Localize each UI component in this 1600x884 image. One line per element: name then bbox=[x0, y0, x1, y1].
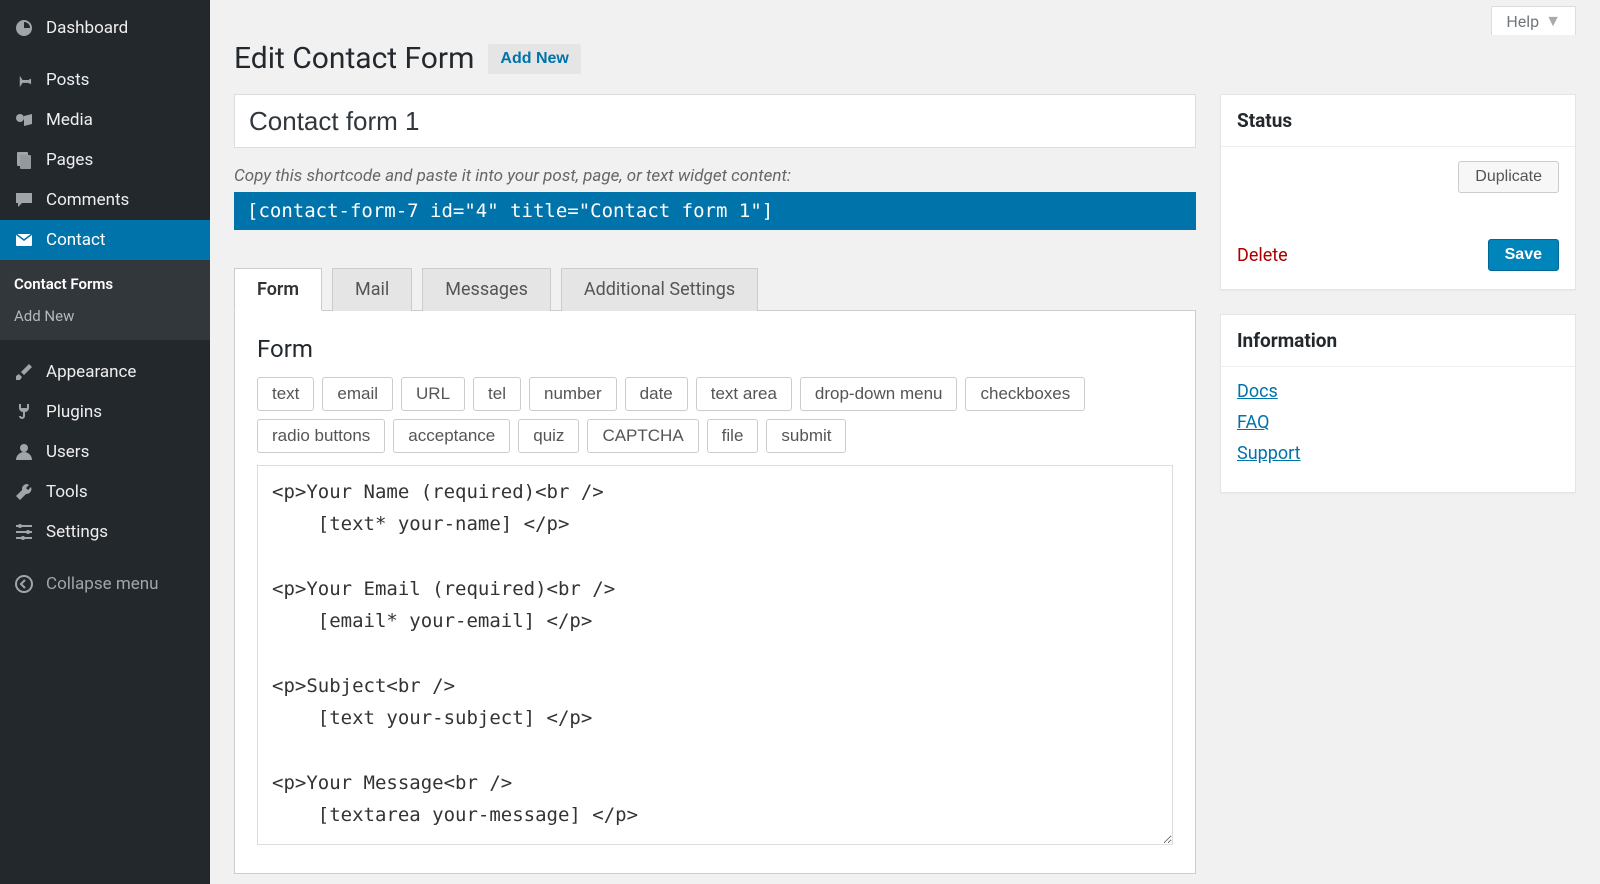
sidebar-item-posts[interactable]: Posts bbox=[0, 60, 210, 100]
tag-btn-dropdown[interactable]: drop-down menu bbox=[800, 377, 958, 411]
tag-btn-url[interactable]: URL bbox=[401, 377, 465, 411]
brush-icon bbox=[12, 362, 36, 382]
submenu-item-contact-forms[interactable]: Contact Forms bbox=[0, 268, 210, 300]
sidebar-item-label: Pages bbox=[46, 150, 93, 170]
sidebar-item-dashboard[interactable]: Dashboard bbox=[0, 8, 210, 48]
panel-title: Form bbox=[257, 335, 1173, 363]
tag-btn-date[interactable]: date bbox=[625, 377, 688, 411]
help-tab[interactable]: Help ▼ bbox=[1491, 6, 1576, 35]
tag-btn-file[interactable]: file bbox=[707, 419, 759, 453]
sidebar-item-label: Tools bbox=[46, 482, 88, 502]
plug-icon bbox=[12, 402, 36, 422]
tab-messages[interactable]: Messages bbox=[422, 268, 551, 311]
tag-btn-email[interactable]: email bbox=[322, 377, 393, 411]
sidebar-item-appearance[interactable]: Appearance bbox=[0, 352, 210, 392]
tag-generator-buttons: text email URL tel number date text area… bbox=[257, 377, 1173, 453]
save-button[interactable]: Save bbox=[1488, 239, 1559, 271]
tag-btn-checkboxes[interactable]: checkboxes bbox=[965, 377, 1085, 411]
information-box: Information Docs FAQ Support bbox=[1220, 314, 1576, 493]
sidebar-item-contact[interactable]: Contact bbox=[0, 220, 210, 260]
admin-sidebar: Dashboard Posts Media Pages Comments Con… bbox=[0, 0, 210, 884]
media-icon bbox=[12, 110, 36, 130]
sidebar-item-label: Media bbox=[46, 110, 93, 130]
tag-btn-radio[interactable]: radio buttons bbox=[257, 419, 385, 453]
collapse-icon bbox=[12, 574, 36, 594]
tag-btn-captcha[interactable]: CAPTCHA bbox=[587, 419, 698, 453]
sidebar-item-label: Settings bbox=[46, 522, 108, 542]
page-title: Edit Contact Form bbox=[234, 41, 474, 76]
sidebar-item-pages[interactable]: Pages bbox=[0, 140, 210, 180]
delete-link[interactable]: Delete bbox=[1237, 245, 1288, 266]
tag-btn-submit[interactable]: submit bbox=[766, 419, 846, 453]
info-link-support[interactable]: Support bbox=[1237, 443, 1559, 464]
sidebar-item-label: Dashboard bbox=[46, 18, 128, 38]
tab-form[interactable]: Form bbox=[234, 268, 322, 311]
tab-mail[interactable]: Mail bbox=[332, 268, 412, 311]
tag-btn-tel[interactable]: tel bbox=[473, 377, 521, 411]
form-content-textarea[interactable] bbox=[257, 465, 1173, 845]
tag-btn-textarea[interactable]: text area bbox=[696, 377, 792, 411]
form-title-input[interactable] bbox=[234, 94, 1196, 148]
sidebar-item-label: Appearance bbox=[46, 362, 136, 382]
tag-btn-quiz[interactable]: quiz bbox=[518, 419, 579, 453]
sidebar-item-label: Plugins bbox=[46, 402, 102, 422]
sidebar-item-plugins[interactable]: Plugins bbox=[0, 392, 210, 432]
submenu-item-add-new[interactable]: Add New bbox=[0, 300, 210, 332]
mail-icon bbox=[12, 230, 36, 250]
user-icon bbox=[12, 442, 36, 462]
sliders-icon bbox=[12, 522, 36, 542]
sidebar-item-settings[interactable]: Settings bbox=[0, 512, 210, 552]
pages-icon bbox=[12, 150, 36, 170]
sidebar-item-label: Posts bbox=[46, 70, 89, 90]
sidebar-item-label: Comments bbox=[46, 190, 129, 210]
shortcode-field[interactable]: [contact-form-7 id="4" title="Contact fo… bbox=[234, 192, 1196, 230]
chevron-down-icon: ▼ bbox=[1545, 11, 1561, 31]
tab-additional-settings[interactable]: Additional Settings bbox=[561, 268, 758, 311]
sidebar-item-media[interactable]: Media bbox=[0, 100, 210, 140]
collapse-menu-button[interactable]: Collapse menu bbox=[0, 564, 210, 604]
shortcode-hint: Copy this shortcode and paste it into yo… bbox=[234, 166, 1196, 186]
sidebar-submenu: Contact Forms Add New bbox=[0, 260, 210, 340]
info-link-faq[interactable]: FAQ bbox=[1237, 412, 1559, 433]
pin-icon bbox=[12, 70, 36, 90]
sidebar-item-comments[interactable]: Comments bbox=[0, 180, 210, 220]
duplicate-button[interactable]: Duplicate bbox=[1458, 161, 1559, 193]
content-area: Help ▼ Edit Contact Form Add New Copy th… bbox=[210, 0, 1600, 884]
collapse-menu-label: Collapse menu bbox=[46, 574, 159, 594]
info-link-docs[interactable]: Docs bbox=[1237, 381, 1559, 402]
tag-btn-acceptance[interactable]: acceptance bbox=[393, 419, 510, 453]
sidebar-item-users[interactable]: Users bbox=[0, 432, 210, 472]
sidebar-item-label: Contact bbox=[46, 230, 105, 250]
status-box: Status Duplicate Delete Save bbox=[1220, 94, 1576, 290]
sidebar-item-tools[interactable]: Tools bbox=[0, 472, 210, 512]
wrench-icon bbox=[12, 482, 36, 502]
sidebar-item-label: Users bbox=[46, 442, 89, 462]
add-new-button[interactable]: Add New bbox=[488, 44, 580, 74]
tag-btn-text[interactable]: text bbox=[257, 377, 314, 411]
tabs-nav: Form Mail Messages Additional Settings bbox=[234, 268, 1196, 311]
tab-panel-form: Form text email URL tel number date text… bbox=[234, 310, 1196, 874]
dashboard-icon bbox=[12, 18, 36, 38]
comment-icon bbox=[12, 190, 36, 210]
information-box-title: Information bbox=[1221, 315, 1575, 367]
help-label: Help bbox=[1506, 12, 1539, 31]
tag-btn-number[interactable]: number bbox=[529, 377, 617, 411]
status-box-title: Status bbox=[1221, 95, 1575, 147]
